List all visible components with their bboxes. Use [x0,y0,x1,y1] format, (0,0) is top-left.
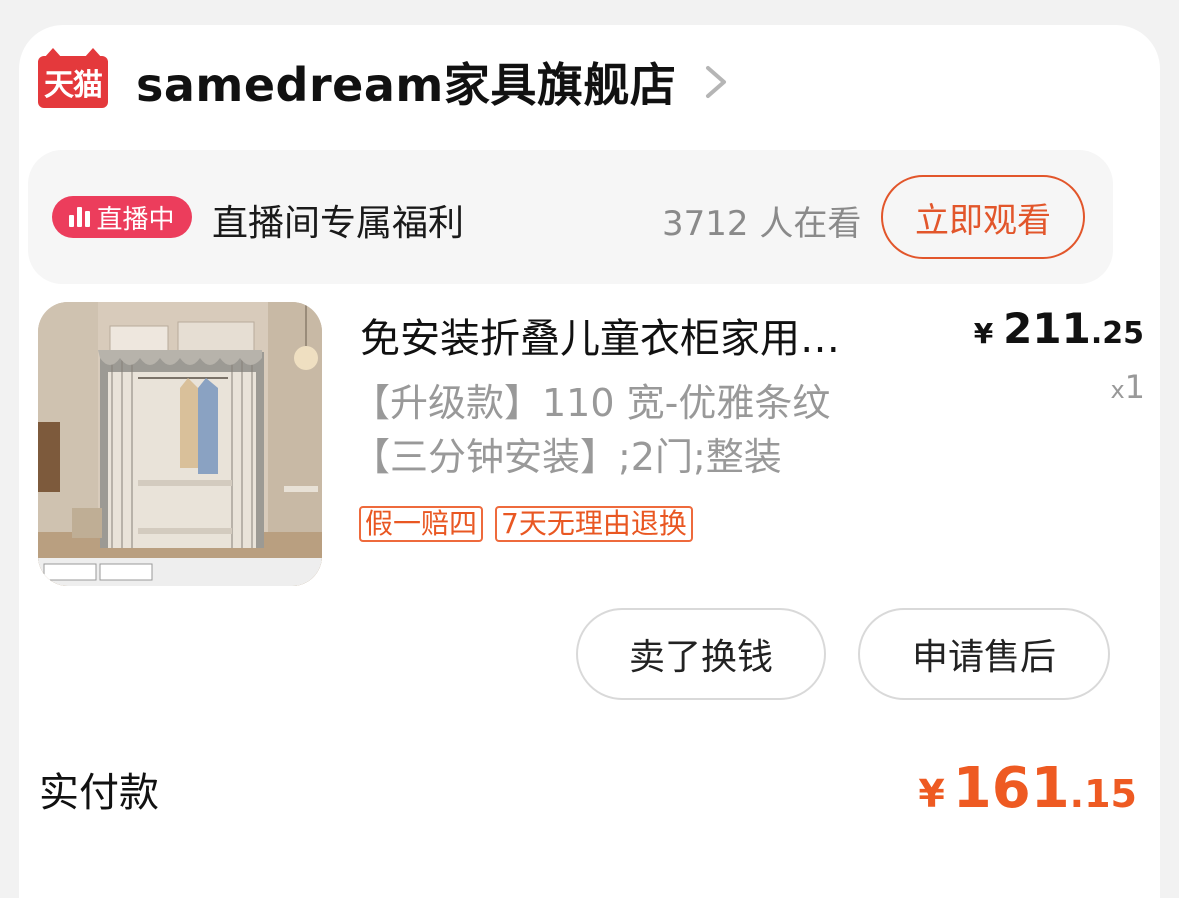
paid-amount: ¥ 161 .15 [918,756,1137,821]
tmall-logo: 天猫 [38,48,108,108]
live-badge-label: 直播中 [96,204,175,235]
paid-currency: ¥ [918,772,945,816]
service-tags: 假一赔四 7天无理由退换 [359,506,693,542]
paid-integer: 161 [952,756,1070,821]
chevron-right-icon[interactable] [704,62,732,102]
quantity: x1 [1110,368,1145,406]
tag-fake-compensation: 假一赔四 [359,506,484,542]
tmall-logo-text: 天猫 [44,68,103,103]
sku-line-1: 【升级款】110 宽-优雅条纹 [352,381,831,425]
sell-for-cash-button[interactable]: 卖了换钱 [576,608,826,700]
store-header[interactable]: 天猫 samedream家具旗舰店 [38,48,732,112]
paid-amount-label: 实付款 [39,770,159,816]
quantity-x: x [1110,376,1125,404]
wardrobe-illustration [38,302,322,586]
live-bars-icon [69,207,91,227]
unit-price: ¥ 211 .25 [974,304,1144,353]
live-title: 直播间专属福利 [212,203,465,244]
live-banner[interactable]: 直播中 直播间专属福利 3712 人在看 立即观看 [28,150,1113,284]
paid-decimal: .15 [1069,772,1137,816]
live-badge: 直播中 [52,196,192,238]
watch-now-button[interactable]: 立即观看 [881,175,1085,259]
price-decimal: .25 [1090,316,1144,351]
price-currency: ¥ [973,317,994,350]
tag-seven-day-return: 7天无理由退换 [495,506,693,542]
price-integer: 211 [1003,304,1091,353]
viewer-count: 3712 人在看 [662,204,862,244]
product-title[interactable]: 免安装折叠儿童衣柜家用… [360,306,900,364]
after-sale-button[interactable]: 申请售后 [858,608,1110,700]
sku-line-2: 【三分钟安装】;2门;整装 [352,435,782,479]
sku-spec: 【升级款】110 宽-优雅条纹 【三分钟安装】;2门;整装 [352,376,830,484]
store-name[interactable]: samedream家具旗舰店 [136,49,676,115]
quantity-value: 1 [1124,368,1145,406]
product-image[interactable] [38,302,322,586]
